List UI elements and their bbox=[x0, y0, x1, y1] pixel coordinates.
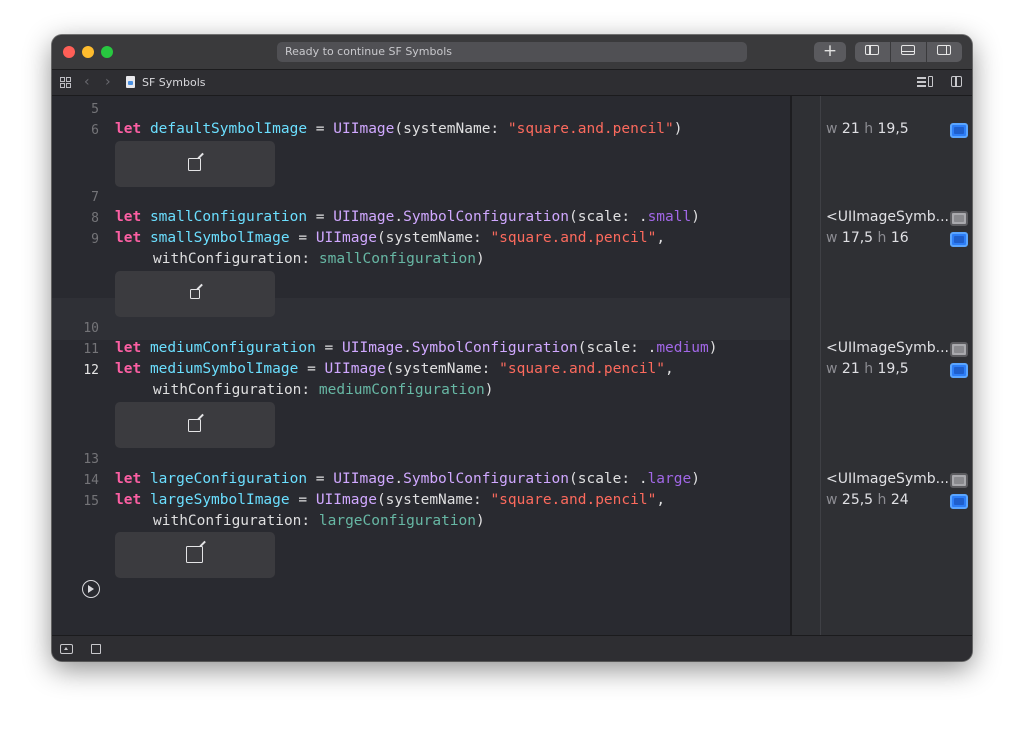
inline-result-preview[interactable] bbox=[115, 532, 275, 578]
code-line[interactable]: let mediumSymbolImage = UIImage(systemNa… bbox=[115, 359, 674, 380]
result-size: w 21 h 19,5 bbox=[826, 361, 909, 377]
square-and-pencil-icon bbox=[188, 158, 201, 171]
quick-look-button[interactable] bbox=[950, 473, 968, 488]
activity-status: Ready to continue SF Symbols bbox=[277, 42, 747, 62]
related-items-grid-icon[interactable] bbox=[60, 77, 71, 88]
code-line-continuation[interactable]: withConfiguration: largeConfiguration) bbox=[153, 511, 485, 532]
minimize-window-button[interactable] bbox=[82, 46, 94, 58]
quick-look-button[interactable] bbox=[950, 211, 968, 226]
show-console-icon[interactable] bbox=[60, 644, 73, 654]
line-number: 14 bbox=[83, 473, 99, 488]
inline-result-preview[interactable] bbox=[115, 402, 275, 448]
line-number: 11 bbox=[83, 342, 99, 357]
line-number: 7 bbox=[91, 190, 99, 205]
line-number: 8 bbox=[91, 211, 99, 226]
quick-look-button-active[interactable] bbox=[950, 232, 968, 247]
breadcrumb-file[interactable]: SF Symbols bbox=[142, 76, 206, 89]
inline-result-preview[interactable] bbox=[115, 141, 275, 187]
result-value: <UIImageSymb... bbox=[826, 340, 949, 356]
code-line[interactable]: let mediumConfiguration = UIImage.Symbol… bbox=[115, 338, 717, 359]
toggle-navigator-button[interactable] bbox=[855, 42, 890, 62]
code-line[interactable]: let largeSymbolImage = UIImage(systemNam… bbox=[115, 490, 665, 511]
editor-options-lines-icon[interactable] bbox=[917, 75, 933, 89]
playground-window: Ready to continue SF Symbols + ‹ › SF Sy… bbox=[52, 35, 972, 661]
inline-result-preview[interactable] bbox=[115, 271, 275, 317]
results-sidebar-gutter-line bbox=[820, 96, 821, 635]
code-line[interactable]: let smallSymbolImage = UIImage(systemNam… bbox=[115, 228, 665, 249]
line-number: 9 bbox=[91, 232, 99, 247]
stop-square-icon[interactable] bbox=[91, 644, 101, 654]
inspector-pane-icon bbox=[937, 45, 951, 55]
result-size: w 21 h 19,5 bbox=[826, 121, 909, 137]
line-number: 13 bbox=[83, 452, 99, 467]
toggle-debug-area-button[interactable] bbox=[890, 42, 926, 62]
toggle-inspector-button[interactable] bbox=[926, 42, 962, 62]
debug-pane-icon bbox=[901, 45, 915, 55]
line-number: 5 bbox=[91, 102, 99, 117]
back-arrow-icon[interactable]: ‹ bbox=[84, 74, 90, 90]
library-add-button[interactable]: + bbox=[814, 42, 846, 62]
quick-look-button-active[interactable] bbox=[950, 363, 968, 378]
line-number: 10 bbox=[83, 321, 99, 336]
close-window-button[interactable] bbox=[63, 46, 75, 58]
line-number: 6 bbox=[91, 123, 99, 138]
square-and-pencil-icon bbox=[190, 289, 200, 299]
quick-look-button-active[interactable] bbox=[950, 123, 968, 138]
code-line-continuation[interactable]: withConfiguration: mediumConfiguration) bbox=[153, 380, 493, 401]
code-line-continuation[interactable]: withConfiguration: smallConfiguration) bbox=[153, 249, 485, 270]
square-and-pencil-icon bbox=[186, 546, 203, 563]
debug-bar bbox=[52, 635, 972, 661]
quick-look-button[interactable] bbox=[950, 342, 968, 357]
result-size: w 17,5 h 16 bbox=[826, 230, 909, 246]
navigator-pane-icon bbox=[865, 45, 879, 55]
editor-layout-segmented-control bbox=[855, 42, 962, 62]
zoom-window-button[interactable] bbox=[101, 46, 113, 58]
code-line[interactable]: let largeConfiguration = UIImage.SymbolC… bbox=[115, 469, 700, 490]
add-editor-split-icon[interactable] bbox=[951, 76, 962, 87]
quick-look-button-active[interactable] bbox=[950, 494, 968, 509]
jump-bar: ‹ › SF Symbols bbox=[52, 70, 972, 96]
result-value: <UIImageSymb... bbox=[826, 209, 949, 225]
result-value: <UIImageSymb... bbox=[826, 471, 949, 487]
run-playground-button[interactable] bbox=[82, 580, 100, 598]
line-number-current: 12 bbox=[83, 363, 99, 378]
swift-playground-file-icon bbox=[126, 76, 135, 88]
line-number: 15 bbox=[83, 494, 99, 509]
title-bar: Ready to continue SF Symbols + bbox=[52, 35, 972, 70]
result-size: w 25,5 h 24 bbox=[826, 492, 909, 508]
code-line[interactable]: let smallConfiguration = UIImage.SymbolC… bbox=[115, 207, 700, 228]
square-and-pencil-icon bbox=[188, 419, 201, 432]
code-line[interactable]: let defaultSymbolImage = UIImage(systemN… bbox=[115, 119, 683, 140]
forward-arrow-icon[interactable]: › bbox=[105, 74, 111, 90]
